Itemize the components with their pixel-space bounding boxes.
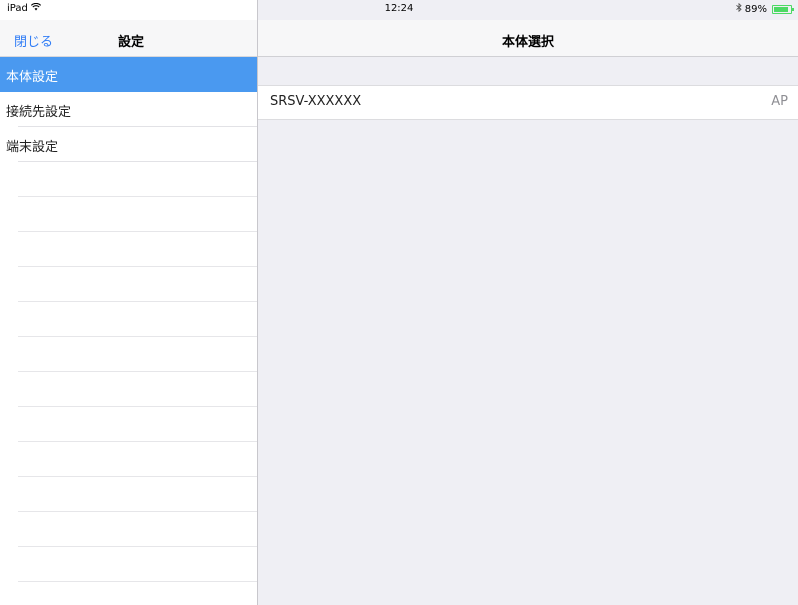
main-nav-bar: 本体選択 [258, 20, 798, 57]
sidebar-nav-bar: 閉じる 設定 [0, 20, 257, 57]
sidebar-item-label: 接続先設定 [6, 105, 72, 120]
sidebar-item-connection-settings[interactable]: 接続先設定 [6, 92, 257, 127]
sidebar-empty-row [18, 442, 257, 477]
sidebar-empty-row [18, 407, 257, 442]
sidebar-empty-row [18, 372, 257, 407]
status-time: 12:24 [384, 3, 414, 14]
battery-percent: 89% [744, 3, 767, 15]
sidebar-empty-row [18, 477, 257, 512]
device-row[interactable]: SRSV-XXXXXX AP [258, 85, 798, 120]
sidebar-empty-row [18, 267, 257, 302]
sidebar-empty-row [18, 197, 257, 232]
sidebar-list: 本体設定 接続先設定 端末設定 [0, 57, 257, 582]
sidebar-item-terminal-settings[interactable]: 端末設定 [6, 127, 257, 162]
battery-nub [792, 7, 794, 11]
status-bar: iPad 12:24 89% [0, 0, 798, 20]
sidebar-empty-row [18, 512, 257, 547]
sidebar-empty-row [18, 162, 257, 197]
sidebar-empty-row [18, 547, 257, 582]
sidebar-item-label: 端末設定 [6, 140, 59, 155]
bluetooth-icon [735, 2, 742, 15]
status-right: 89% [735, 2, 794, 15]
sidebar-empty-row [18, 232, 257, 267]
battery-fill [774, 6, 788, 12]
close-button[interactable]: 閉じる [14, 31, 53, 50]
battery-icon [772, 4, 794, 14]
sidebar-empty-row [18, 302, 257, 337]
sidebar-title: 設定 [118, 35, 145, 50]
main-title: 本体選択 [501, 35, 554, 50]
sidebar-item-label: 本体設定 [6, 70, 59, 85]
sidebar-item-unit-settings[interactable]: 本体設定 [0, 57, 257, 92]
sidebar-empty-row [18, 337, 257, 372]
settings-sidebar: 閉じる 設定 本体設定 接続先設定 端末設定 [0, 0, 258, 605]
device-name: SRSV-XXXXXX [270, 94, 362, 109]
device-detail: AP [771, 94, 788, 109]
main-pane: 本体選択 SRSV-XXXXXX AP [258, 0, 798, 605]
